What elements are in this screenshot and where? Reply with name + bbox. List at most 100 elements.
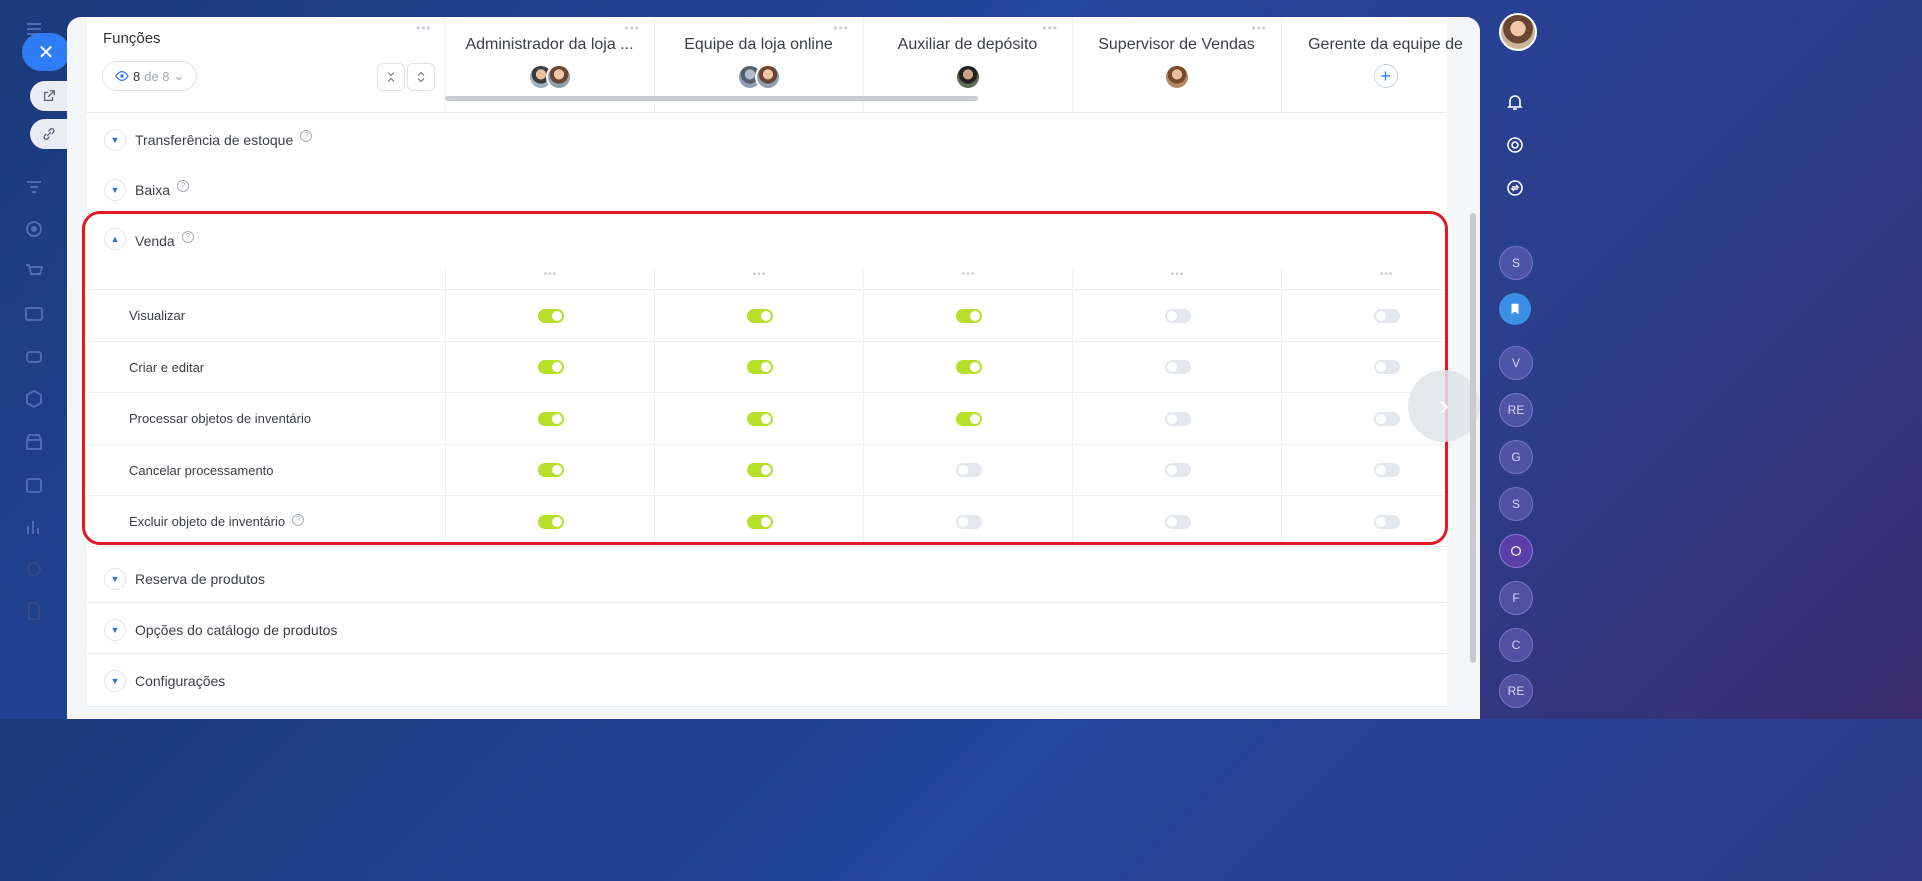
avatar — [754, 64, 781, 90]
sync-icon[interactable] — [1499, 172, 1531, 204]
more-icon[interactable]: ••• — [1042, 21, 1058, 35]
more-icon[interactable]: ••• — [1251, 21, 1267, 35]
permission-toggle[interactable] — [1164, 308, 1191, 323]
visible-count: 8 — [133, 68, 141, 84]
card-icon[interactable] — [23, 303, 45, 325]
open-external-tab[interactable] — [30, 81, 68, 111]
permission-toggle[interactable] — [537, 308, 564, 323]
permission-toggle[interactable] — [1373, 308, 1400, 323]
more-icon[interactable]: ••• — [416, 21, 432, 35]
permission-toggle[interactable] — [1373, 360, 1400, 374]
section-transferencia[interactable]: ▼ Transferência de estoque? — [87, 113, 1447, 164]
more-icon[interactable]: ••• — [445, 269, 655, 288]
expand-all-button[interactable] — [407, 63, 435, 91]
chat-avatar-re[interactable]: RE — [1499, 393, 1533, 427]
close-button[interactable]: ✕ — [22, 33, 70, 71]
section-title: Opções do catálogo de produtos — [135, 622, 338, 638]
permission-toggle[interactable] — [1164, 514, 1191, 529]
permission-toggle[interactable] — [1164, 463, 1191, 477]
collapse-all-button[interactable] — [377, 63, 405, 91]
copy-link-tab[interactable] — [30, 119, 68, 149]
permission-cell — [1072, 496, 1282, 547]
help-icon[interactable]: ? — [177, 180, 190, 192]
permission-toggle[interactable] — [537, 360, 564, 374]
more-icon[interactable]: ••• — [833, 21, 849, 35]
permission-toggle[interactable] — [746, 463, 773, 477]
visible-roles-filter[interactable]: 8 de 8 ⌄ — [102, 61, 197, 91]
chevron-down-icon[interactable]: ▼ — [104, 179, 126, 201]
box-icon[interactable] — [23, 388, 45, 410]
permission-toggle[interactable] — [955, 411, 982, 426]
chat-avatar-s[interactable]: S — [1499, 246, 1533, 280]
robot-icon[interactable] — [23, 345, 45, 367]
filter-icon[interactable] — [23, 176, 45, 198]
permission-toggle[interactable] — [746, 308, 773, 323]
permission-label: Visualizar — [129, 308, 185, 323]
permission-cell — [863, 444, 1073, 496]
permission-toggle[interactable] — [955, 308, 982, 323]
more-icon[interactable]: ••• — [624, 21, 640, 35]
permission-toggle[interactable] — [1164, 411, 1191, 426]
cart-icon[interactable] — [23, 260, 45, 282]
chevron-down-icon[interactable]: ▼ — [104, 670, 126, 692]
permission-toggle[interactable] — [955, 514, 982, 529]
role-column-4[interactable]: Gerente da equipe de + — [1281, 17, 1480, 112]
chat-avatar-c[interactable]: C — [1499, 628, 1533, 662]
help-icon[interactable]: ? — [181, 231, 194, 243]
calendar-icon[interactable] — [23, 474, 45, 496]
visible-total: de 8 — [144, 68, 170, 84]
collapse-icon — [387, 72, 395, 82]
more-icon[interactable]: ••• — [1072, 269, 1282, 288]
permission-toggle[interactable] — [537, 514, 564, 529]
help-icon[interactable]: ? — [292, 514, 305, 526]
chart-icon[interactable] — [23, 516, 45, 538]
more-icon[interactable]: ••• — [654, 269, 864, 288]
section-baixa[interactable]: ▼ Baixa? — [87, 163, 1447, 214]
section-title: Reserva de produtos — [135, 571, 265, 587]
document-icon[interactable] — [23, 600, 45, 622]
chat-avatar-g[interactable]: G — [1499, 440, 1533, 474]
chat-avatar-s2[interactable]: S — [1499, 487, 1533, 521]
target-icon[interactable] — [23, 218, 45, 240]
chevron-down-icon[interactable]: ▼ — [104, 619, 126, 641]
settings-icon[interactable] — [23, 558, 45, 580]
permission-toggle[interactable] — [955, 463, 982, 477]
notifications-icon[interactable] — [1499, 86, 1531, 118]
permission-toggle[interactable] — [537, 463, 564, 477]
chat-avatar-re2[interactable]: RE — [1499, 674, 1533, 708]
chat-avatar-f[interactable]: F — [1499, 581, 1533, 615]
section-catalogo[interactable]: ▼ Opções do catálogo de produtos — [87, 603, 1447, 654]
column-actions-row: ••• ••• ••• ••• ••• — [87, 269, 1447, 288]
chat-avatar-v[interactable]: V — [1499, 346, 1533, 380]
chevron-down-icon[interactable]: ▼ — [104, 568, 126, 590]
close-icon: ✕ — [37, 41, 55, 64]
store-icon[interactable] — [23, 431, 45, 453]
section-reserva[interactable]: ▼ Reserva de produtos — [87, 552, 1447, 603]
section-title: Baixa — [135, 182, 171, 198]
add-member-button[interactable]: + — [1373, 64, 1398, 88]
permission-toggle[interactable] — [537, 411, 564, 426]
external-link-icon — [43, 90, 55, 102]
activity-icon[interactable] — [1499, 129, 1531, 161]
user-avatar[interactable] — [1499, 13, 1537, 51]
permission-toggle[interactable] — [1373, 411, 1400, 426]
permission-cell — [1281, 444, 1480, 496]
chevron-up-icon[interactable]: ▲ — [104, 228, 126, 250]
permission-toggle[interactable] — [746, 360, 773, 374]
permission-toggle[interactable] — [1373, 463, 1400, 477]
permission-toggle[interactable] — [1164, 360, 1191, 374]
group-chat-icon[interactable] — [1499, 534, 1533, 568]
permission-toggle[interactable] — [1373, 514, 1400, 529]
help-icon[interactable]: ? — [300, 130, 313, 142]
section-configuracoes[interactable]: ▼ Configurações — [87, 654, 1447, 707]
more-icon[interactable]: ••• — [1281, 269, 1480, 288]
bookmark-icon[interactable] — [1499, 293, 1531, 325]
more-icon[interactable]: ••• — [863, 269, 1073, 288]
horizontal-scrollbar[interactable] — [445, 96, 978, 101]
vertical-scrollbar[interactable] — [1470, 213, 1476, 663]
chevron-down-icon[interactable]: ▼ — [104, 129, 126, 151]
permission-toggle[interactable] — [746, 514, 773, 529]
role-column-3[interactable]: ••• Supervisor de Vendas — [1072, 17, 1282, 112]
permission-toggle[interactable] — [746, 411, 773, 426]
permission-toggle[interactable] — [955, 360, 982, 374]
